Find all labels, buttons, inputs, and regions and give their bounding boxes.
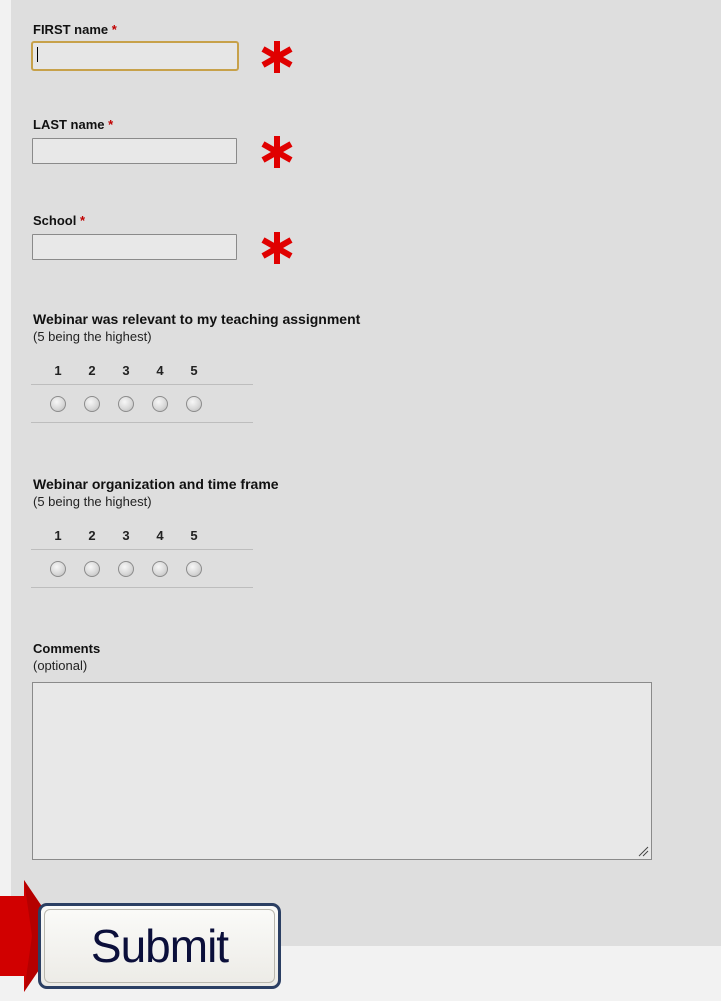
scale-number: 4 — [156, 528, 164, 543]
scale-number: 3 — [122, 363, 130, 378]
required-asterisk-icon — [261, 232, 293, 264]
rating-radio-2[interactable] — [84, 560, 100, 577]
required-asterisk-icon — [261, 136, 293, 168]
rating-scale-organization: 1 2 3 4 5 — [31, 522, 253, 588]
submit-button[interactable]: Submit — [38, 903, 281, 989]
comments-textarea[interactable] — [32, 682, 652, 860]
scale-number: 2 — [88, 363, 96, 378]
rating-scale-numbers: 1 2 3 4 5 — [31, 522, 253, 550]
scale-number: 3 — [122, 528, 130, 543]
submit-button-label: Submit — [90, 920, 229, 972]
rating-hint: (5 being the highest) — [33, 494, 152, 509]
rating-scale-numbers: 1 2 3 4 5 — [31, 357, 253, 385]
rating-radio-1[interactable] — [50, 560, 66, 577]
required-asterisk-icon — [261, 41, 293, 73]
rating-radio-row — [31, 550, 253, 588]
scale-number: 2 — [88, 528, 96, 543]
school-label: School * — [33, 213, 86, 228]
scale-number: 4 — [156, 363, 164, 378]
comments-label: Comments — [33, 641, 101, 656]
rating-radio-2[interactable] — [84, 395, 100, 412]
rating-radio-4[interactable] — [152, 395, 168, 412]
last-name-label: LAST name * — [33, 117, 114, 132]
last-name-input[interactable] — [32, 138, 237, 164]
first-name-label: FIRST name * — [33, 22, 117, 37]
scale-number: 1 — [54, 363, 62, 378]
scale-number: 5 — [190, 528, 198, 543]
rating-radio-3[interactable] — [118, 560, 134, 577]
rating-question-relevance: Webinar was relevant to my teaching assi… — [33, 311, 361, 327]
rating-radio-1[interactable] — [50, 395, 66, 412]
scale-number: 5 — [190, 363, 198, 378]
rating-hint: (5 being the highest) — [33, 329, 152, 344]
first-name-input[interactable] — [31, 41, 239, 71]
text-caret — [37, 47, 38, 62]
rating-radio-row — [31, 385, 253, 423]
rating-radio-5[interactable] — [186, 395, 202, 412]
scale-number: 1 — [54, 528, 62, 543]
rating-radio-5[interactable] — [186, 560, 202, 577]
rating-question-organization: Webinar organization and time frame — [33, 476, 279, 492]
resize-grip-icon[interactable] — [637, 845, 649, 857]
rating-radio-4[interactable] — [152, 560, 168, 577]
school-input[interactable] — [32, 234, 237, 260]
rating-radio-3[interactable] — [118, 395, 134, 412]
rating-scale-relevance: 1 2 3 4 5 — [31, 357, 253, 423]
comments-hint: (optional) — [33, 658, 88, 673]
